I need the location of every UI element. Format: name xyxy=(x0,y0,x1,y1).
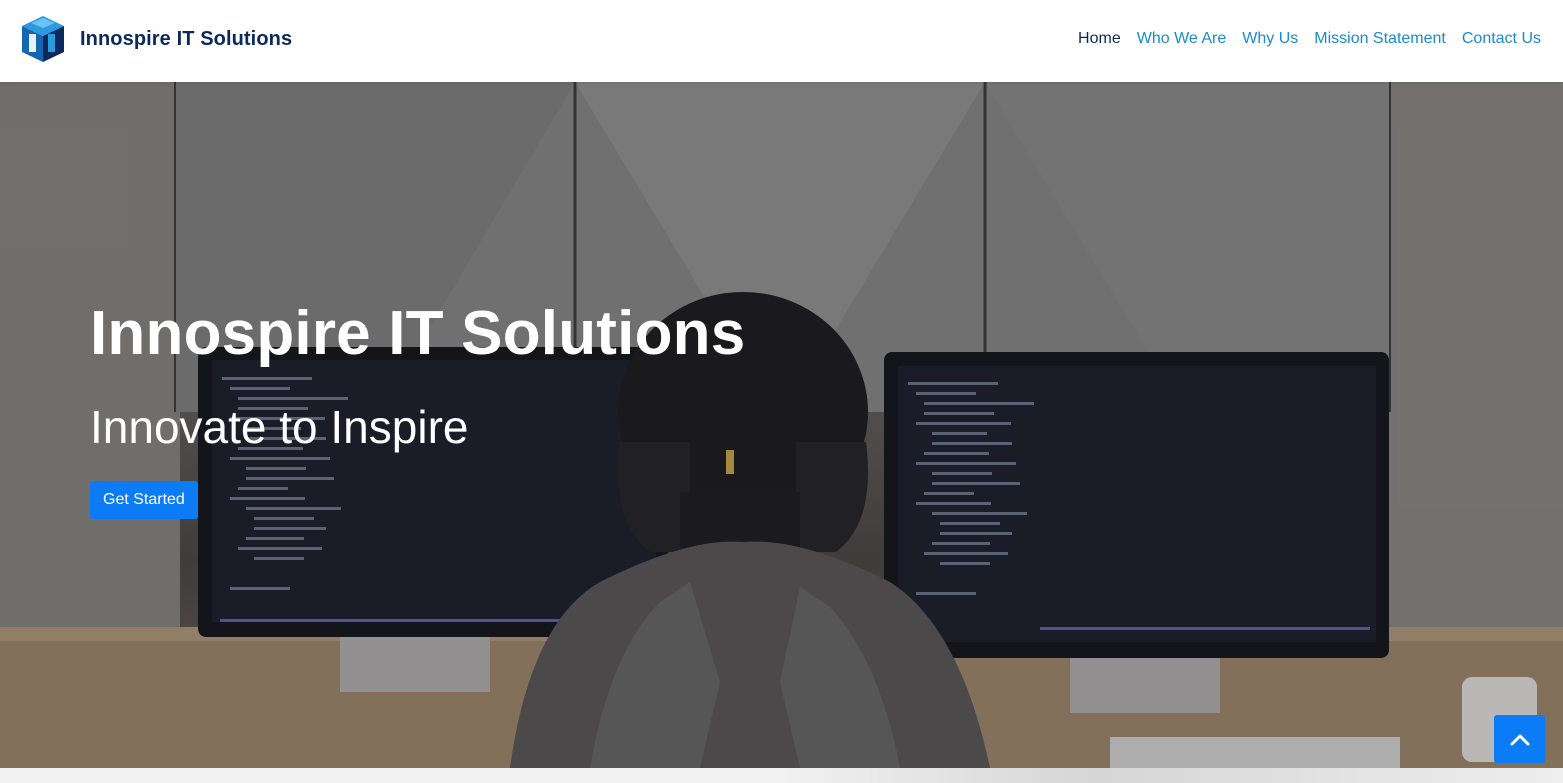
hero-section: Innospire IT Solutions Innovate to Inspi… xyxy=(0,82,1563,768)
site-header: Innospire IT Solutions Home Who We Are W… xyxy=(0,0,1563,82)
nav-mission-statement[interactable]: Mission Statement xyxy=(1314,30,1446,48)
page: Innospire IT Solutions Home Who We Are W… xyxy=(0,0,1563,783)
brand[interactable]: Innospire IT Solutions xyxy=(18,14,292,64)
brand-name: Innospire IT Solutions xyxy=(80,27,293,50)
get-started-button[interactable]: Get Started xyxy=(90,480,198,519)
nav-who-we-are[interactable]: Who We Are xyxy=(1137,30,1227,48)
hero-content: Innospire IT Solutions Innovate to Inspi… xyxy=(90,299,746,519)
next-section-edge xyxy=(0,768,1563,783)
cube-logo-icon xyxy=(22,16,64,62)
main-nav: Home Who We Are Why Us Mission Statement… xyxy=(1062,0,1541,78)
nav-home[interactable]: Home xyxy=(1078,30,1121,48)
scroll-to-top-button[interactable] xyxy=(1494,715,1545,763)
hero-title: Innospire IT Solutions xyxy=(90,299,746,368)
nav-contact-us[interactable]: Contact Us xyxy=(1462,30,1541,48)
chevron-up-icon xyxy=(1510,734,1529,746)
hero-tagline: Innovate to Inspire xyxy=(90,401,469,454)
nav-why-us[interactable]: Why Us xyxy=(1242,30,1298,48)
